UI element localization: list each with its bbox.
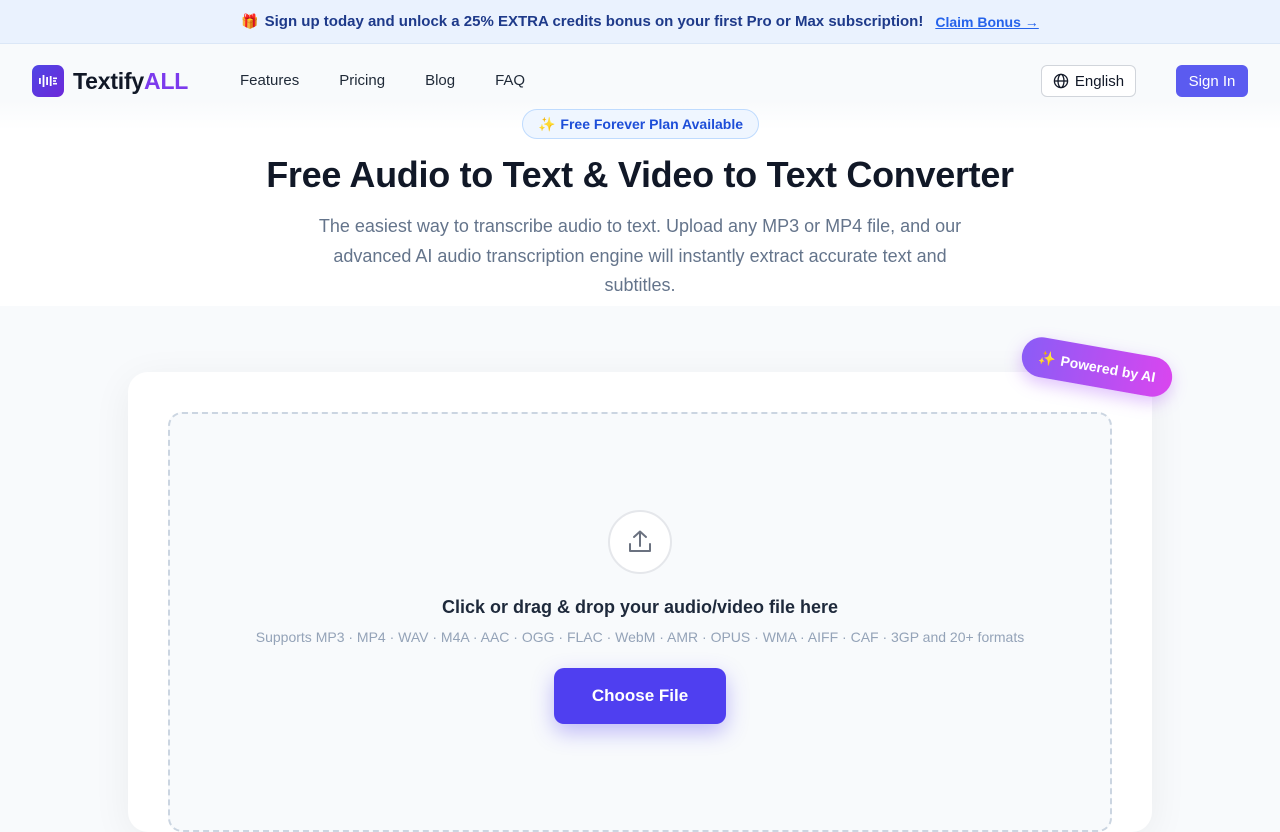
file-dropzone[interactable] — [168, 412, 1112, 832]
logo-name-accent: ALL — [144, 67, 189, 94]
globe-icon — [1053, 73, 1069, 89]
supported-formats: Supports MP3 · MP4 · WAV · M4A · AAC · O… — [255, 629, 1025, 645]
promo-bar: 🎁 Sign up today and unlock a 25% EXTRA c… — [0, 0, 1280, 44]
waveform-icon — [32, 65, 64, 97]
promo-text: Sign up today and unlock a 25% EXTRA cre… — [264, 13, 924, 30]
language-label: English — [1074, 72, 1125, 90]
logo-text: TextifyALL — [73, 68, 188, 95]
badge-label: Free Forever Plan Available — [560, 116, 744, 132]
ribbon-label: Powered by AI — [1059, 352, 1157, 386]
main-nav: Features Pricing Blog FAQ — [240, 72, 525, 89]
nav-pricing[interactable]: Pricing — [339, 72, 385, 89]
page-title: Free Audio to Text & Video to Text Conve… — [266, 154, 1014, 195]
nav-faq[interactable]: FAQ — [495, 72, 525, 89]
nav-features[interactable]: Features — [240, 72, 299, 89]
sparkles-icon: ✨ — [537, 115, 556, 132]
logo[interactable]: TextifyALL — [32, 65, 188, 97]
choose-file-button[interactable]: Choose File — [554, 668, 726, 724]
page-subtitle: The easiest way to transcribe audio to t… — [318, 216, 962, 295]
gift-icon: 🎁 — [241, 13, 259, 29]
free-plan-badge: ✨ Free Forever Plan Available — [522, 109, 759, 139]
logo-name-main: Textify — [73, 67, 145, 94]
nav-blog[interactable]: Blog — [425, 72, 455, 89]
claim-bonus-link[interactable]: Claim Bonus → — [935, 14, 1038, 30]
language-selector[interactable]: English — [1041, 65, 1136, 97]
dropzone-title: Click or drag & drop your audio/video fi… — [441, 597, 839, 617]
sparkles-icon: ✨ — [1037, 348, 1058, 368]
sign-in-button[interactable]: Sign In — [1176, 65, 1248, 97]
upload-icon — [608, 510, 672, 574]
